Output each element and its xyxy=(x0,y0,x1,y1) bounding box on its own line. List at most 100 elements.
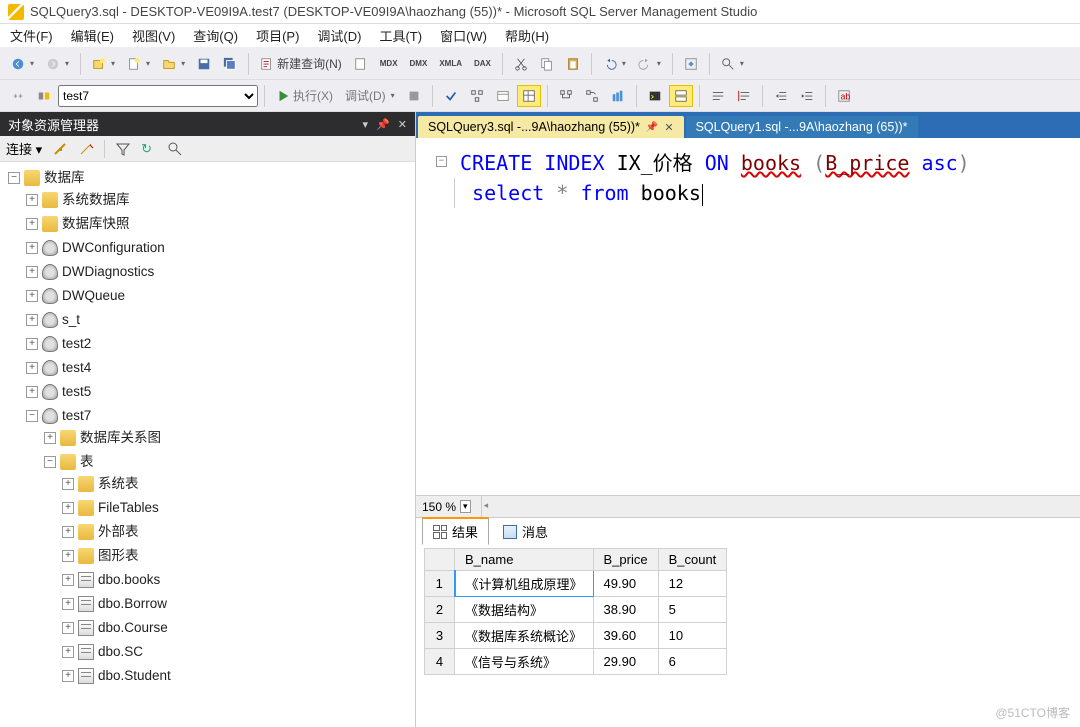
table-row[interactable]: 2《数据结构》38.905 xyxy=(425,597,727,623)
properties-button[interactable] xyxy=(679,53,703,75)
row-number[interactable]: 4 xyxy=(425,649,455,675)
tree-node[interactable]: +外部表 xyxy=(62,522,415,542)
menu-window[interactable]: 窗口(W) xyxy=(440,26,487,45)
expand-icon[interactable]: + xyxy=(62,646,74,658)
row-number[interactable]: 2 xyxy=(425,597,455,623)
save-button[interactable] xyxy=(192,53,216,75)
tree-node[interactable]: +test5 xyxy=(26,382,415,402)
cell[interactable]: 10 xyxy=(658,623,727,649)
new-query-button[interactable]: 新建查询(N) xyxy=(255,53,347,75)
cell[interactable]: 《信号与系统》 xyxy=(455,649,594,675)
expand-icon[interactable]: + xyxy=(26,218,38,230)
tree-node[interactable]: +s_t xyxy=(26,310,415,330)
new-file-button[interactable]: ▾ xyxy=(122,53,155,75)
expand-icon[interactable]: − xyxy=(26,410,38,422)
tree-node[interactable]: +dbo.books xyxy=(62,570,415,590)
column-header[interactable]: B_count xyxy=(658,549,727,571)
expand-icon[interactable]: + xyxy=(26,362,38,374)
zoom-dropdown-icon[interactable]: ▾ xyxy=(460,500,471,513)
table-row[interactable]: 4《信号与系统》29.906 xyxy=(425,649,727,675)
expand-icon[interactable]: + xyxy=(62,526,74,538)
specify-values-button[interactable]: ab xyxy=(832,85,856,107)
filter-icon[interactable] xyxy=(115,141,131,157)
debug-button[interactable]: 调试(D)▾ xyxy=(340,85,400,107)
find-button[interactable]: ▾ xyxy=(716,53,749,75)
expand-icon[interactable]: + xyxy=(62,550,74,562)
open-button[interactable]: ▾ xyxy=(157,53,190,75)
query-options-button[interactable] xyxy=(491,85,515,107)
cell[interactable]: 6 xyxy=(658,649,727,675)
panel-close-icon[interactable]: ✕ xyxy=(398,118,407,131)
menu-debug[interactable]: 调试(D) xyxy=(317,26,361,45)
menu-project[interactable]: 项目(P) xyxy=(256,26,299,45)
cell[interactable]: 38.90 xyxy=(593,597,658,623)
change-connection-button[interactable] xyxy=(6,85,30,107)
new-project-button[interactable]: ▾ xyxy=(87,53,120,75)
fold-icon[interactable]: − xyxy=(436,156,447,167)
tree-node[interactable]: +数据库关系图 xyxy=(44,428,415,448)
nav-fwd-button[interactable]: ▾ xyxy=(41,53,74,75)
expand-icon[interactable]: + xyxy=(62,670,74,682)
tree-node[interactable]: +图形表 xyxy=(62,546,415,566)
tab-results[interactable]: 结果 xyxy=(422,517,489,545)
editor-tab-inactive[interactable]: SQLQuery1.sql -...9A\haozhang (65))* xyxy=(686,116,918,138)
expand-icon[interactable]: + xyxy=(62,622,74,634)
uncomment-button[interactable] xyxy=(732,85,756,107)
expand-icon[interactable]: + xyxy=(62,574,74,586)
expand-icon[interactable]: + xyxy=(26,314,38,326)
table-row[interactable]: 3《数据库系统概论》39.6010 xyxy=(425,623,727,649)
table-row[interactable]: 1《计算机组成原理》49.9012 xyxy=(425,571,727,597)
cell[interactable]: 29.90 xyxy=(593,649,658,675)
disconnect-icon[interactable] xyxy=(78,141,94,157)
expand-icon[interactable]: + xyxy=(26,386,38,398)
tree-node[interactable]: +系统表 xyxy=(62,474,415,494)
paste-button[interactable] xyxy=(561,53,585,75)
tree-node[interactable]: +dbo.Course xyxy=(62,618,415,638)
expand-icon[interactable]: + xyxy=(26,266,38,278)
column-header[interactable]: B_name xyxy=(455,549,594,571)
redo-button[interactable]: ▾ xyxy=(633,53,666,75)
comment-button[interactable] xyxy=(706,85,730,107)
object-explorer-tree[interactable]: − 数据库 +系统数据库+数据库快照+DWConfiguration+DWDia… xyxy=(0,162,415,727)
menu-file[interactable]: 文件(F) xyxy=(10,26,53,45)
live-stats-button[interactable] xyxy=(580,85,604,107)
tree-node[interactable]: +DWConfiguration xyxy=(26,238,415,258)
save-all-button[interactable] xyxy=(218,53,242,75)
outdent-button[interactable] xyxy=(795,85,819,107)
panel-pin-icon[interactable]: 📌 xyxy=(376,118,390,131)
sql-editor[interactable]: − CREATE INDEX IX_价格 ON books (B_price a… xyxy=(416,138,1080,496)
cell[interactable]: 12 xyxy=(658,571,727,597)
menu-tools[interactable]: 工具(T) xyxy=(379,26,422,45)
zoom-level[interactable]: 150 % xyxy=(422,500,456,514)
tree-node[interactable]: +FileTables xyxy=(62,498,415,518)
tree-node[interactable]: −test7 xyxy=(26,406,415,426)
tree-node[interactable]: +DWQueue xyxy=(26,286,415,306)
tree-node[interactable]: +test2 xyxy=(26,334,415,354)
tree-node[interactable]: +dbo.SC xyxy=(62,642,415,662)
tree-node[interactable]: +test4 xyxy=(26,358,415,378)
cell[interactable]: 39.60 xyxy=(593,623,658,649)
expand-icon[interactable]: + xyxy=(26,194,38,206)
display-plan-button[interactable] xyxy=(465,85,489,107)
sqlcmd-button[interactable] xyxy=(643,85,667,107)
expand-icon[interactable]: + xyxy=(44,432,56,444)
expand-icon[interactable]: + xyxy=(62,598,74,610)
refresh-icon[interactable]: ↻ xyxy=(141,141,157,157)
close-icon[interactable]: ✕ xyxy=(664,121,673,134)
tree-node[interactable]: +系统数据库 xyxy=(26,190,415,210)
results-grid[interactable]: B_nameB_priceB_count 1《计算机组成原理》49.90122《… xyxy=(424,548,727,675)
script-button-1[interactable] xyxy=(349,53,373,75)
database-selector[interactable]: test7 xyxy=(58,85,258,107)
nav-back-button[interactable]: ▾ xyxy=(6,53,39,75)
parse-button[interactable] xyxy=(439,85,463,107)
expand-icon[interactable]: + xyxy=(62,478,74,490)
connect-dropdown[interactable]: 连接 ▾ xyxy=(6,139,42,158)
tree-node[interactable]: +dbo.Student xyxy=(62,666,415,686)
connect-icon[interactable] xyxy=(52,141,68,157)
tree-node[interactable]: +DWDiagnostics xyxy=(26,262,415,282)
results-pane[interactable]: B_nameB_priceB_count 1《计算机组成原理》49.90122《… xyxy=(416,544,1080,727)
expand-icon[interactable]: + xyxy=(26,338,38,350)
pin-icon[interactable]: 📌 xyxy=(646,122,658,133)
tree-node[interactable]: −表 xyxy=(44,452,415,472)
copy-button[interactable] xyxy=(535,53,559,75)
